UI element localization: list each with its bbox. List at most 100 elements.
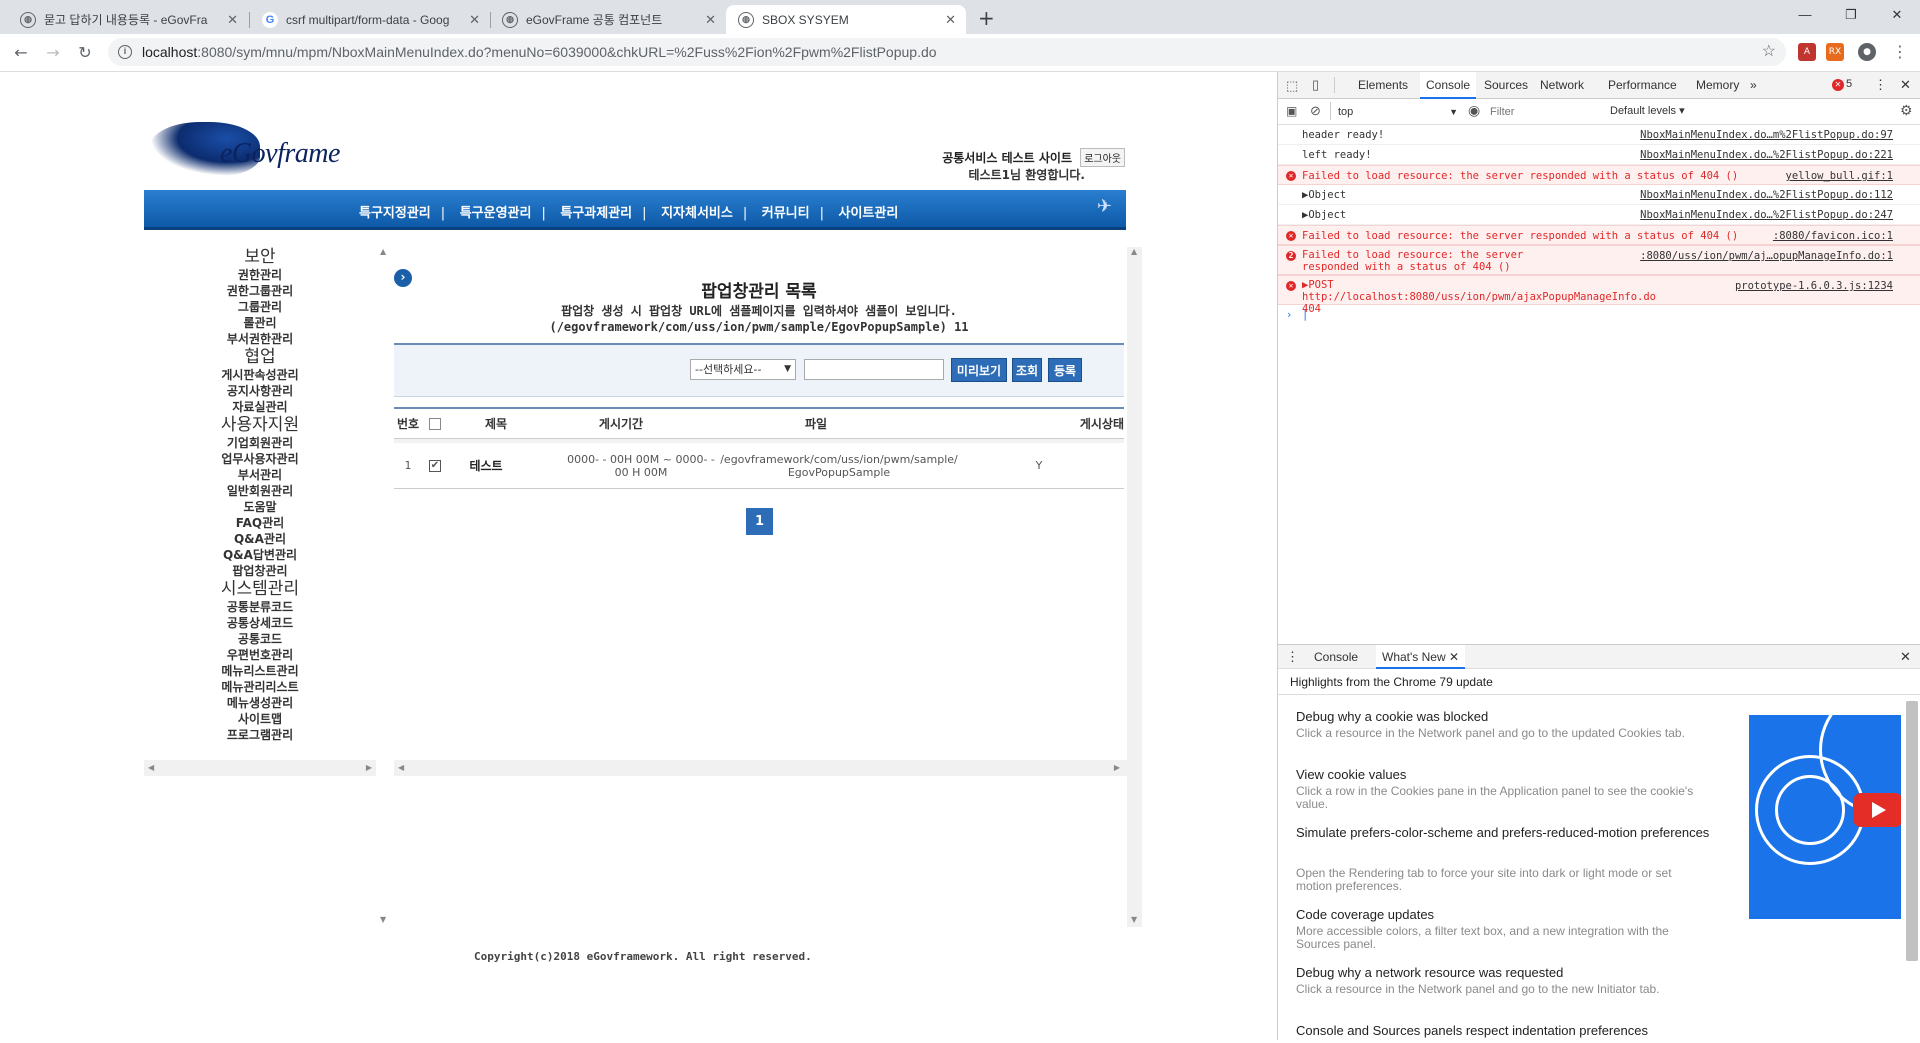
message-source-link[interactable]: yellow_bull.gif:1: [1786, 166, 1893, 186]
context-select[interactable]: top ▼: [1338, 102, 1458, 122]
sidenav-item[interactable]: Q&A답변관리: [144, 547, 376, 563]
close-window-icon[interactable]: ✕: [1874, 0, 1920, 30]
sidenav-item[interactable]: 공통상세코드: [144, 615, 376, 631]
rx-extension-icon[interactable]: RX: [1826, 43, 1844, 61]
sidenav-item[interactable]: 사이트맵: [144, 711, 376, 727]
sidenav-item[interactable]: 권한관리: [144, 267, 376, 283]
sidenav-item[interactable]: 우편번호관리: [144, 647, 376, 663]
close-devtools-icon[interactable]: ✕: [1900, 77, 1911, 93]
row-checkbox[interactable]: ✔: [424, 443, 446, 488]
menu-item[interactable]: 특구과제관리: [560, 206, 632, 221]
devtools-menu-icon[interactable]: ⋮: [1874, 77, 1887, 93]
logout-button[interactable]: 로그아웃: [1080, 148, 1125, 167]
sidenav-item[interactable]: Q&A관리: [144, 531, 376, 547]
tab-sources[interactable]: Sources: [1478, 72, 1534, 99]
sidenav-item[interactable]: 메뉴리스트관리: [144, 663, 376, 679]
search-input[interactable]: [804, 359, 944, 380]
tab-network[interactable]: Network: [1534, 72, 1590, 99]
play-icon[interactable]: [1853, 793, 1901, 827]
sidenav-item[interactable]: 그룹관리: [144, 299, 376, 315]
log-levels-dropdown[interactable]: Default levels ▾: [1610, 104, 1685, 117]
error-count[interactable]: 5: [1846, 78, 1852, 90]
sidenav-item[interactable]: 메뉴관리리스트: [144, 679, 376, 695]
console-message[interactable]: ✕ Failed to load resource: the server res…: [1278, 225, 1920, 245]
sidenav-item[interactable]: 메뉴생성관리: [144, 695, 376, 711]
sidenav-item[interactable]: 도움말: [144, 499, 376, 515]
sidenav-item[interactable]: 게시판속성관리: [144, 367, 376, 383]
eye-icon[interactable]: ◉: [1468, 102, 1480, 119]
condition-select[interactable]: --선택하세요-- ▼: [690, 359, 796, 380]
browser-tab[interactable]: G csrf multipart/form-data - Goog ✕: [250, 5, 490, 34]
menu-item[interactable]: 특구운영관리: [460, 206, 532, 221]
whats-new-item-title[interactable]: Simulate prefers-color-scheme and prefer…: [1296, 821, 1716, 845]
whats-new-item-title[interactable]: Console and Sources panels respect inden…: [1296, 1019, 1716, 1043]
browser-tab-active[interactable]: ◍ SBOX SYSYEM ✕: [726, 5, 966, 34]
drawer-menu-icon[interactable]: ⋮: [1286, 649, 1299, 665]
menu-item[interactable]: 지자체서비스: [661, 206, 733, 221]
sidenav-item[interactable]: 공통코드: [144, 631, 376, 647]
sidenav-item[interactable]: 공통분류코드: [144, 599, 376, 615]
tab-console[interactable]: Console: [1420, 72, 1477, 99]
message-source-link[interactable]: NboxMainMenuIndex.do…%2FlistPopup.do:247: [1640, 205, 1893, 225]
console-message[interactable]: 2 Failed to load resource: the server res…: [1278, 245, 1920, 275]
whats-new-video-thumbnail[interactable]: [1749, 715, 1901, 919]
menu-item[interactable]: 사이트관리: [839, 206, 899, 221]
console-message[interactable]: ✕ ▶POST http://localhost:8080/uss/ion/pwm…: [1278, 275, 1920, 315]
console-prompt[interactable]: › |: [1278, 305, 1920, 325]
search-button[interactable]: 조회: [1012, 358, 1042, 382]
message-source-link[interactable]: NboxMainMenuIndex.do…m%2FlistPopup.do:97: [1640, 125, 1893, 145]
sidenav-item[interactable]: 자료실관리: [144, 399, 376, 415]
message-source-link[interactable]: NboxMainMenuIndex.do…%2FlistPopup.do:112: [1640, 185, 1893, 205]
inspect-element-icon[interactable]: ⬚: [1286, 78, 1298, 94]
chrome-menu-icon[interactable]: ⋮: [1892, 42, 1908, 61]
console-message[interactable]: ✕ Failed to load resource: the server res…: [1278, 165, 1920, 185]
content-scrollbar[interactable]: ▲ ▼: [1127, 247, 1142, 927]
drawer-scrollbar[interactable]: [1906, 701, 1918, 961]
table-row[interactable]: 1 ✔ 테스트 0000- - 00H 00M ~ 0000- - 00 H 0…: [394, 439, 1124, 489]
close-drawer-icon[interactable]: ✕: [1900, 649, 1911, 665]
drawer-tab-console[interactable]: Console: [1314, 650, 1358, 664]
sidenav-item[interactable]: 공지사항관리: [144, 383, 376, 399]
row-title[interactable]: 테스트: [446, 443, 526, 488]
message-source-link[interactable]: prototype-1.6.0.3.js:1234: [1735, 279, 1893, 293]
new-tab-icon[interactable]: +: [978, 6, 995, 30]
console-filter-input[interactable]: [1484, 102, 1600, 122]
more-tabs-icon[interactable]: »: [1744, 72, 1763, 99]
browser-tab[interactable]: ◍ 묻고 답하기 내용등록 - eGovFra ✕: [8, 5, 248, 34]
sidenav-item[interactable]: 프로그램관리: [144, 727, 376, 743]
back-arrow-icon[interactable]: ←: [10, 42, 32, 64]
sidenav-item[interactable]: 일반회원관리: [144, 483, 376, 499]
clear-console-icon[interactable]: ⊘: [1310, 103, 1321, 119]
close-tab-icon[interactable]: ✕: [705, 12, 716, 28]
address-bar[interactable]: i localhost:8080/sym/mnu/mpm/NboxMainMen…: [108, 38, 1786, 66]
console-settings-icon[interactable]: ⚙: [1900, 102, 1913, 119]
preview-button[interactable]: 미리보기: [951, 358, 1007, 382]
select-all-checkbox[interactable]: [424, 409, 446, 438]
menu-item[interactable]: 특구지정관리: [359, 206, 431, 221]
info-icon[interactable]: i: [118, 45, 132, 59]
angular-extension-icon[interactable]: A: [1798, 43, 1816, 61]
console-message[interactable]: left ready! NboxMainMenuIndex.do…%2FlistP…: [1278, 145, 1920, 165]
sidenav-item[interactable]: FAQ관리: [144, 515, 376, 531]
star-icon[interactable]: ☆: [1762, 38, 1776, 66]
error-icon[interactable]: ✕: [1832, 79, 1844, 91]
profile-avatar-icon[interactable]: ●: [1858, 43, 1876, 61]
page-1-button[interactable]: 1: [746, 508, 773, 535]
minimize-icon[interactable]: —: [1782, 0, 1828, 30]
left-nav-scrollbar[interactable]: ▲ ▼: [376, 247, 391, 927]
message-source-link[interactable]: :8080/favicon.ico:1: [1773, 226, 1893, 246]
reload-icon[interactable]: ↻: [74, 42, 96, 64]
close-tab-icon[interactable]: ✕: [469, 12, 480, 28]
register-button[interactable]: 등록: [1048, 358, 1082, 382]
sidenav-item[interactable]: 부서권한관리: [144, 331, 376, 347]
console-message[interactable]: ▶Object NboxMainMenuIndex.do…%2FlistPopup…: [1278, 185, 1920, 205]
drawer-tab-whats-new[interactable]: What's New ✕: [1376, 645, 1466, 669]
forward-arrow-icon[interactable]: →: [42, 42, 64, 64]
message-source-link[interactable]: NboxMainMenuIndex.do…%2FlistPopup.do:221: [1640, 145, 1893, 165]
sidebar-toggle-icon[interactable]: ▣: [1286, 104, 1297, 118]
sidenav-item[interactable]: 업무사용자관리: [144, 451, 376, 467]
tab-memory[interactable]: Memory: [1690, 72, 1745, 99]
close-tab-icon[interactable]: ✕: [1449, 650, 1459, 664]
tab-elements[interactable]: Elements: [1352, 72, 1414, 99]
content-hscrollbar[interactable]: ◀ ▶: [394, 760, 1142, 776]
